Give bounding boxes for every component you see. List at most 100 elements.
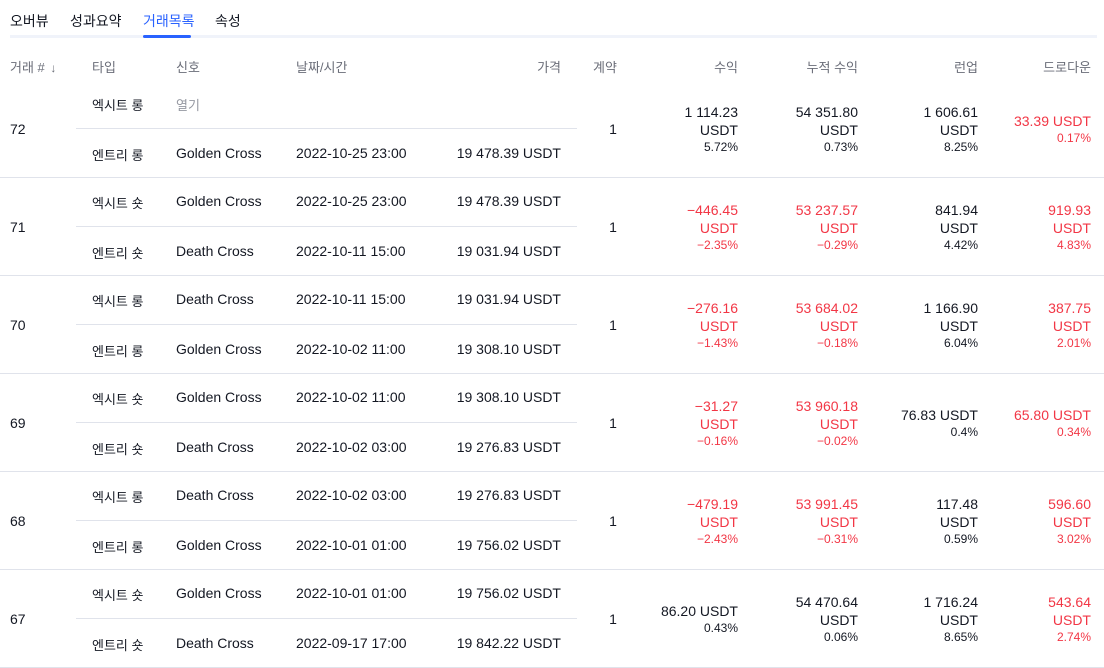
drawdown-percent: 4.83% bbox=[1056, 238, 1091, 252]
profit-amount: −446.45 bbox=[687, 202, 738, 218]
profit-value: −31.27 USDT −0.16% bbox=[695, 397, 738, 449]
header-signal: 신호 bbox=[176, 60, 200, 75]
exit-price: 19 276.83 USDT bbox=[456, 487, 561, 503]
tab-performance-summary[interactable]: 성과요약 bbox=[70, 11, 122, 31]
profit-amount: −276.16 bbox=[687, 300, 738, 316]
tab-trade-list[interactable]: 거래목록 bbox=[143, 11, 195, 31]
header-runup: 런업 bbox=[954, 60, 978, 75]
drawdown-percent: 0.17% bbox=[1056, 131, 1091, 145]
row-divider bbox=[76, 618, 577, 619]
runup-value: 1 166.90 USDT 6.04% bbox=[924, 299, 979, 351]
profit-amount: 1 114.23 bbox=[684, 104, 738, 120]
exit-price: 19 756.02 USDT bbox=[456, 585, 561, 601]
exit-signal: Death Cross bbox=[176, 291, 254, 307]
runup-percent: 8.65% bbox=[943, 630, 978, 644]
exit-datetime: 2022-10-02 11:00 bbox=[296, 389, 406, 405]
profit-value: 86.20 USDT 0.43% bbox=[661, 602, 738, 636]
sort-arrow-down-icon[interactable]: ↓ bbox=[50, 61, 56, 75]
profit-percent: −1.43% bbox=[696, 336, 738, 350]
cumulative-profit-percent: −0.02% bbox=[816, 434, 858, 448]
cumulative-profit-value: 53 991.45 USDT −0.31% bbox=[796, 495, 858, 547]
cumulative-profit-currency: USDT bbox=[819, 612, 858, 628]
entry-signal: Golden Cross bbox=[176, 145, 262, 161]
header-contracts: 계약 bbox=[593, 60, 617, 75]
profit-percent: −2.35% bbox=[696, 238, 738, 252]
runup-currency: USDT bbox=[939, 122, 978, 138]
cumulative-profit-amount: 54 470.64 bbox=[795, 594, 858, 610]
runup-amount: 1 716.24 bbox=[923, 594, 979, 610]
trade-row: 71 엑시트 숏 Golden Cross 2022-10-25 23:00 1… bbox=[0, 178, 1104, 276]
drawdown-percent: 2.01% bbox=[1056, 336, 1091, 350]
exit-datetime: 2022-10-01 01:00 bbox=[296, 585, 407, 601]
cumulative-profit-currency: USDT bbox=[819, 514, 858, 530]
runup-currency: USDT bbox=[939, 612, 978, 628]
cumulative-profit-value: 53 960.18 USDT −0.02% bbox=[796, 397, 858, 449]
cumulative-profit-percent: 0.06% bbox=[823, 630, 858, 644]
row-divider bbox=[76, 520, 577, 521]
drawdown-amount: 33.39 USDT bbox=[1013, 113, 1091, 129]
cumulative-profit-currency: USDT bbox=[819, 122, 858, 138]
runup-percent: 4.42% bbox=[943, 238, 978, 252]
profit-currency: USDT bbox=[699, 416, 738, 432]
header-trade-number[interactable]: 거래 # ↓ bbox=[10, 57, 56, 76]
entry-price: 19 756.02 USDT bbox=[456, 537, 561, 553]
exit-signal: Golden Cross bbox=[176, 389, 262, 405]
drawdown-value: 387.75 USDT 2.01% bbox=[1048, 299, 1091, 351]
entry-type: 엔트리 롱 bbox=[92, 344, 144, 359]
cumulative-profit-percent: −0.18% bbox=[816, 336, 858, 350]
runup-value: 1 716.24 USDT 8.65% bbox=[924, 593, 979, 645]
cumulative-profit-currency: USDT bbox=[819, 318, 858, 334]
entry-price: 19 276.83 USDT bbox=[456, 439, 561, 455]
drawdown-currency: USDT bbox=[1052, 318, 1091, 334]
runup-percent: 0.59% bbox=[943, 532, 978, 546]
trade-number: 70 bbox=[10, 317, 26, 333]
cumulative-profit-currency: USDT bbox=[819, 220, 858, 236]
drawdown-value: 543.64 USDT 2.74% bbox=[1048, 593, 1091, 645]
cumulative-profit-percent: −0.31% bbox=[816, 532, 858, 546]
tab-properties[interactable]: 속성 bbox=[215, 11, 241, 31]
entry-type: 엔트리 숏 bbox=[92, 246, 144, 261]
drawdown-currency: USDT bbox=[1052, 514, 1091, 530]
profit-value: 1 114.23 USDT 5.72% bbox=[685, 103, 738, 155]
entry-price: 19 031.94 USDT bbox=[456, 243, 561, 259]
exit-type: 엑시트 숏 bbox=[92, 392, 144, 407]
profit-currency: USDT bbox=[699, 122, 738, 138]
trade-number: 69 bbox=[10, 415, 26, 431]
exit-signal: Golden Cross bbox=[176, 585, 262, 601]
runup-value: 117.48 USDT 0.59% bbox=[936, 495, 978, 547]
trade-number: 67 bbox=[10, 611, 26, 627]
runup-currency: USDT bbox=[939, 514, 978, 530]
header-type: 타입 bbox=[92, 60, 116, 75]
runup-value: 1 606.61 USDT 8.25% bbox=[924, 103, 979, 155]
entry-signal: Death Cross bbox=[176, 439, 254, 455]
trade-row: 68 엑시트 롱 Death Cross 2022-10-02 03:00 19… bbox=[0, 472, 1104, 570]
contracts-value: 1 bbox=[609, 219, 617, 235]
entry-datetime: 2022-10-25 23:00 bbox=[296, 145, 407, 161]
profit-amount: −31.27 bbox=[694, 398, 738, 414]
drawdown-currency: USDT bbox=[1052, 612, 1091, 628]
drawdown-percent: 3.02% bbox=[1056, 532, 1091, 546]
profit-percent: −2.43% bbox=[696, 532, 738, 546]
exit-type: 엑시트 롱 bbox=[92, 294, 144, 309]
runup-amount: 1 166.90 bbox=[923, 300, 979, 316]
drawdown-amount: 919.93 bbox=[1048, 202, 1091, 218]
entry-price: 19 478.39 USDT bbox=[456, 145, 561, 161]
cumulative-profit-value: 53 237.57 USDT −0.29% bbox=[796, 201, 858, 253]
entry-datetime: 2022-10-01 01:00 bbox=[296, 537, 407, 553]
drawdown-percent: 2.74% bbox=[1056, 630, 1091, 644]
cumulative-profit-amount: 53 960.18 bbox=[795, 398, 858, 414]
profit-currency: USDT bbox=[699, 220, 738, 236]
row-divider bbox=[76, 324, 577, 325]
header-profit: 수익 bbox=[714, 60, 738, 75]
runup-amount: 1 606.61 bbox=[923, 104, 979, 120]
tab-overview[interactable]: 오버뷰 bbox=[10, 11, 49, 31]
exit-price: 19 031.94 USDT bbox=[456, 291, 561, 307]
runup-amount: 117.48 bbox=[936, 496, 978, 512]
runup-value: 76.83 USDT 0.4% bbox=[901, 406, 978, 440]
cumulative-profit-percent: 0.73% bbox=[823, 140, 858, 154]
drawdown-value: 65.80 USDT 0.34% bbox=[1014, 406, 1091, 440]
exit-signal: 열기 bbox=[176, 98, 200, 113]
entry-type: 엔트리 롱 bbox=[92, 540, 144, 555]
row-divider bbox=[76, 422, 577, 423]
contracts-value: 1 bbox=[609, 121, 617, 137]
